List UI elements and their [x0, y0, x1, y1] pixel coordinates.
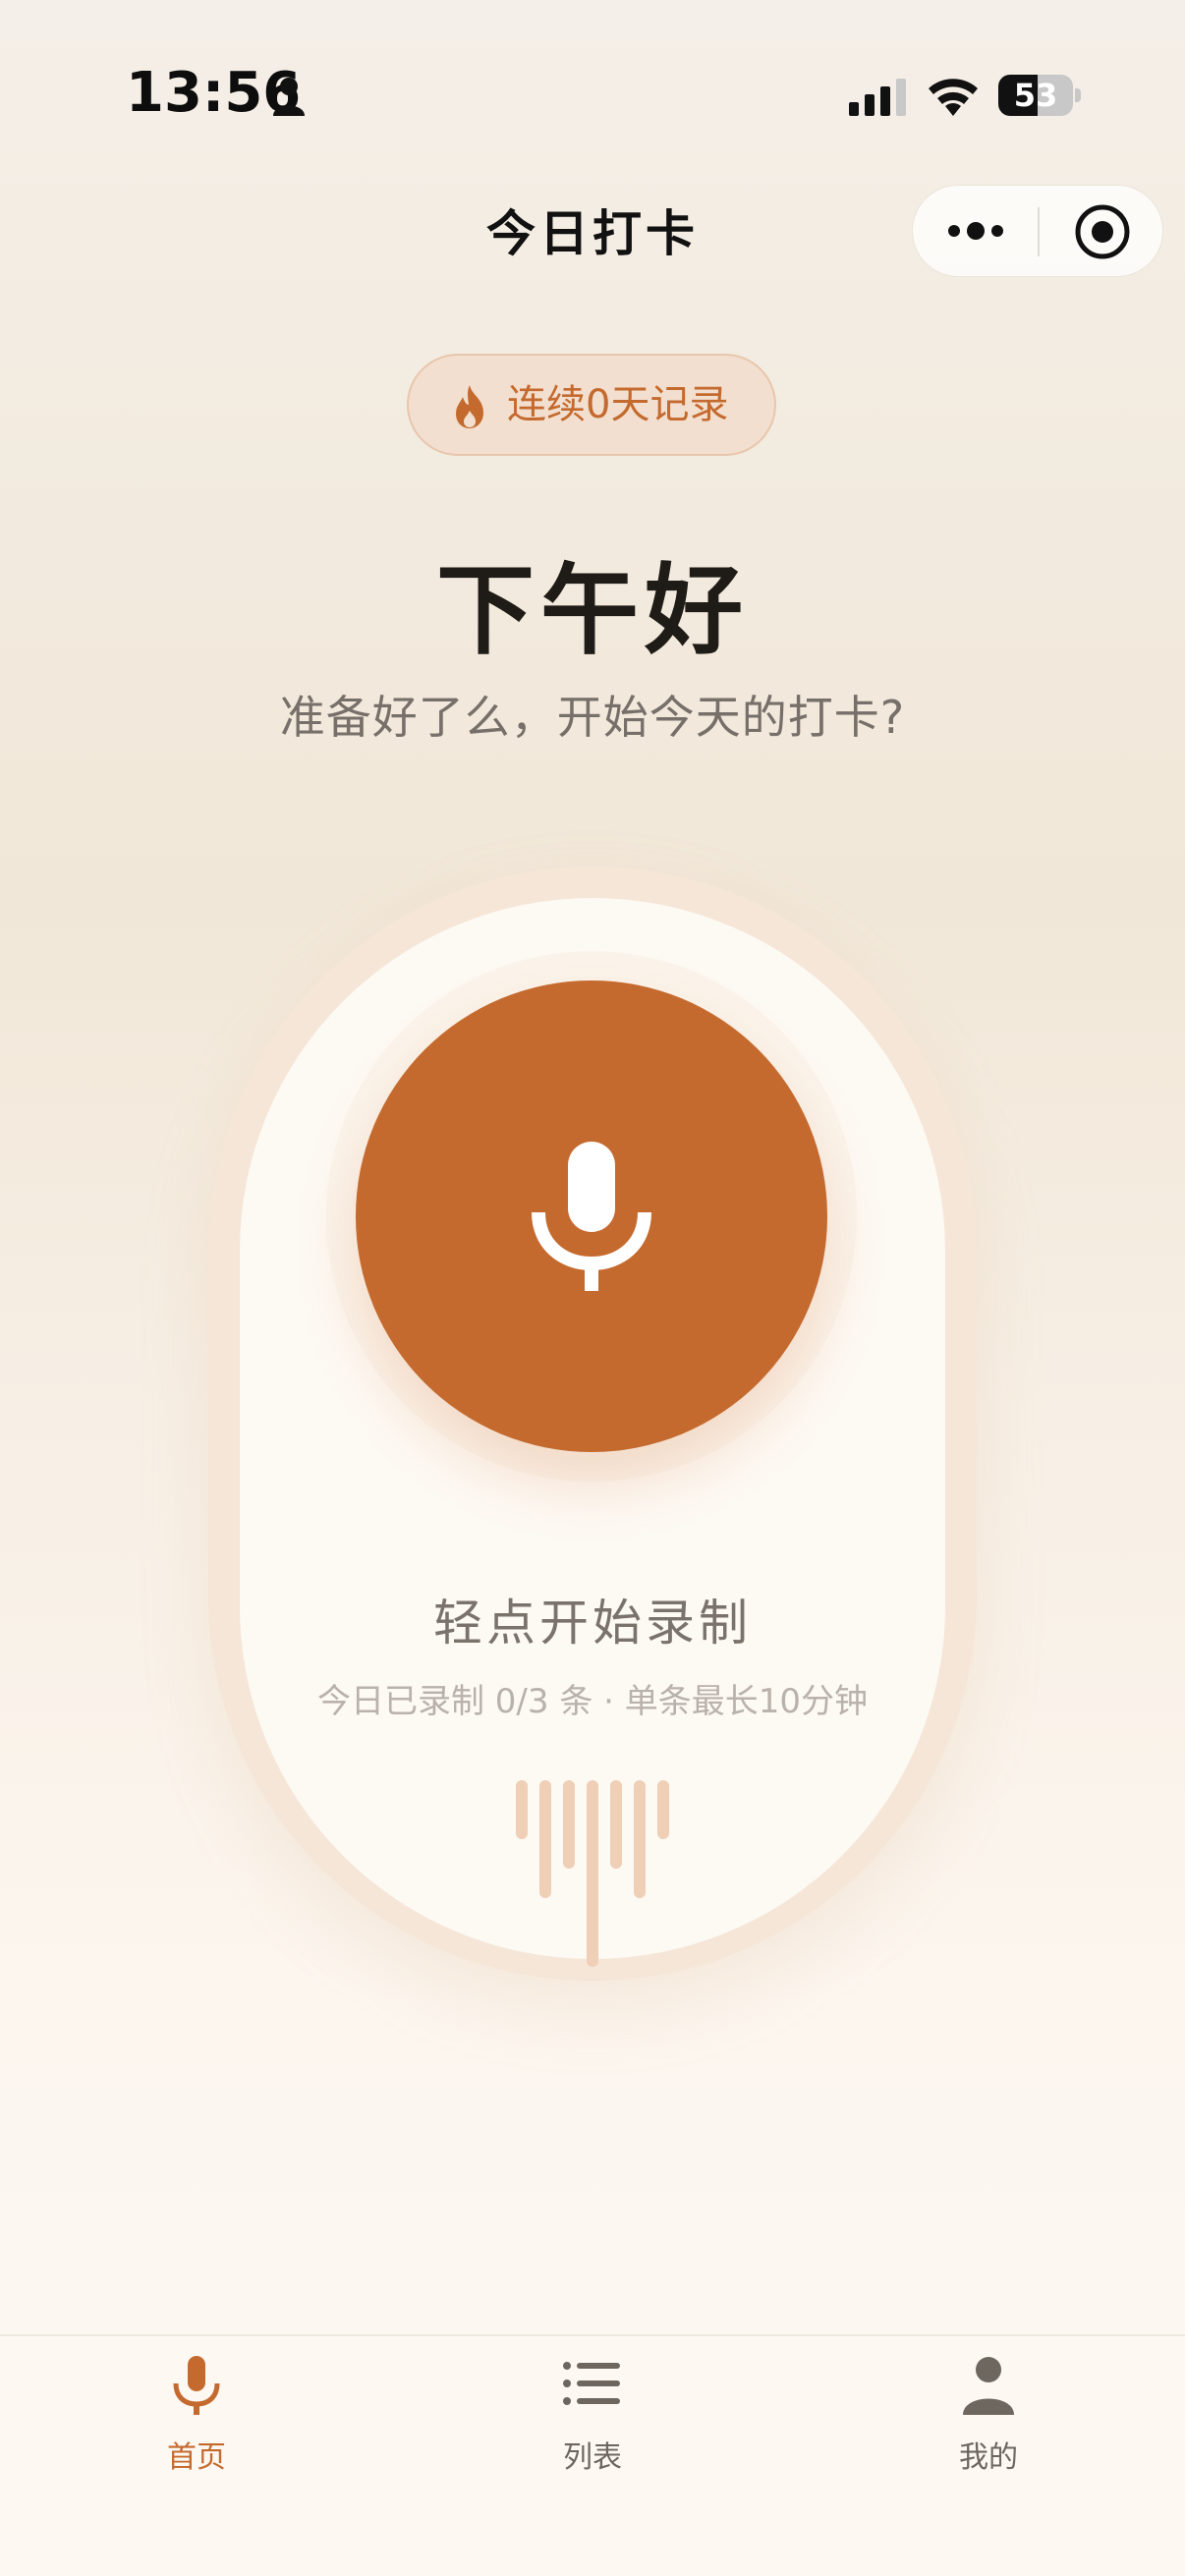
mini-program-capsule: [912, 185, 1163, 277]
streak-badge: 连续0天记录: [407, 354, 776, 456]
status-bar: 13:56 53: [0, 0, 1185, 187]
capsule-divider: [1038, 207, 1040, 256]
person-icon: [963, 2357, 1014, 2415]
person-status-icon: [273, 78, 305, 116]
battery-indicator: 53: [998, 75, 1081, 116]
more-icon[interactable]: [946, 209, 1005, 252]
tab-list[interactable]: 列表: [494, 2356, 691, 2493]
tap-to-record-label: 轻点开始录制: [433, 1595, 752, 1652]
close-target-icon[interactable]: [1074, 203, 1131, 260]
record-count-info: 今日已录制 0/3 条 · 单条最长10分钟: [316, 1682, 869, 1721]
tab-profile[interactable]: 我的: [890, 2356, 1087, 2493]
greeting-title: 下午好: [436, 553, 749, 668]
battery-cap: [1075, 88, 1081, 102]
tab-list-label: 列表: [563, 2440, 622, 2475]
flame-icon: [456, 385, 483, 428]
record-button[interactable]: [356, 980, 827, 1452]
list-icon: [563, 2362, 620, 2405]
cellular-signal-icon: [849, 79, 906, 116]
waveform-icon: [516, 1780, 669, 1967]
tab-home-label: 首页: [167, 2440, 226, 2475]
streak-label: 连续0天记录: [507, 382, 729, 427]
tab-profile-label: 我的: [959, 2440, 1018, 2475]
wifi-icon: [929, 79, 978, 116]
greeting-subtitle: 准备好了么，开始今天的打卡?: [279, 691, 906, 744]
microphone-icon: [532, 1142, 651, 1291]
tab-home[interactable]: 首页: [98, 2356, 295, 2493]
battery-body: 53: [998, 75, 1073, 116]
tab-bar: 首页 列表 我的: [0, 2334, 1185, 2576]
battery-level: 53: [1013, 77, 1058, 114]
mic-icon: [173, 2356, 220, 2415]
